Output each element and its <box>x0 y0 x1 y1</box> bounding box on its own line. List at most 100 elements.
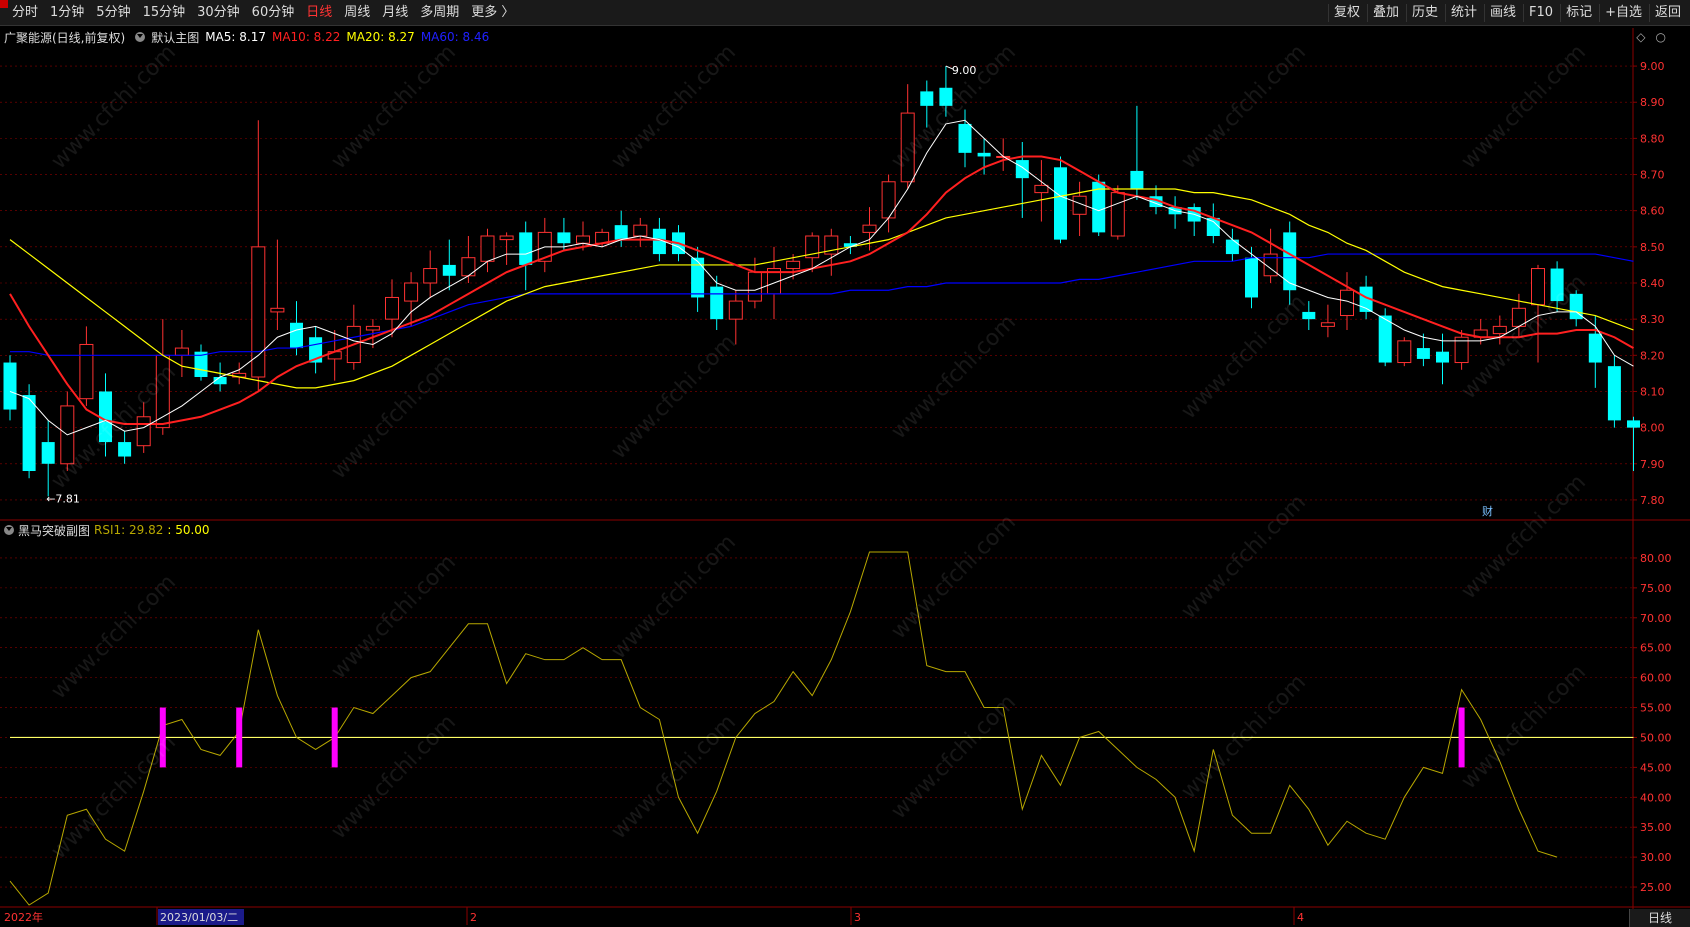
tool-button-5[interactable]: F10 <box>1523 4 1558 22</box>
ma20-value: MA20: 8.27 <box>346 30 415 44</box>
candle-body <box>22 395 36 471</box>
candle <box>862 207 877 251</box>
candle <box>213 362 227 392</box>
tool-button-0[interactable]: 复权 <box>1327 4 1365 22</box>
candle <box>672 225 685 262</box>
candle <box>920 80 934 128</box>
ma20-line <box>9 188 1634 389</box>
candle <box>499 232 514 265</box>
ma10-line <box>9 155 1634 425</box>
candle <box>1492 315 1507 345</box>
candle-body <box>118 442 132 457</box>
candle-body <box>232 372 247 378</box>
watermark-text: www.cfchi.com <box>887 510 1021 644</box>
candle-body <box>270 307 285 313</box>
tool-button-8[interactable]: 返回 <box>1648 4 1686 22</box>
candle-body <box>1054 167 1067 240</box>
candle-body <box>728 300 743 320</box>
time-axis-label: 4 <box>1297 911 1304 924</box>
period-tab-2[interactable]: 5分钟 <box>90 4 136 22</box>
candle <box>652 217 666 262</box>
indicator-name[interactable]: 黑马突破副图 <box>18 522 90 539</box>
period-tab-7[interactable]: 周线 <box>338 4 376 22</box>
stock-chart[interactable]: 9.00 8.90 8.80 8.70 8.60 8.50 8.40 8.30 8.20 8.10… <box>0 0 1690 927</box>
candle <box>290 301 303 356</box>
tool-button-2[interactable]: 历史 <box>1405 4 1443 22</box>
breakout-signal-bar <box>1458 707 1465 768</box>
candle-body <box>939 87 953 106</box>
date-cursor-highlight <box>158 909 244 925</box>
candle <box>767 246 781 320</box>
period-tab-6[interactable]: 日线 <box>300 4 338 22</box>
price-tick-label: 9.00 <box>1640 60 1665 73</box>
candle-body <box>881 181 896 219</box>
tool-button-4[interactable]: 画线 <box>1484 4 1521 22</box>
candle-body <box>1397 340 1412 364</box>
candle-body <box>346 325 361 364</box>
candle-body <box>99 391 112 443</box>
tool-button-1[interactable]: 叠加 <box>1366 4 1404 22</box>
tool-button-7[interactable]: +自选 <box>1599 4 1647 22</box>
indicator-dropdown-icon[interactable] <box>4 525 14 535</box>
candle-body <box>1263 253 1278 277</box>
candle <box>747 257 762 309</box>
candle-body <box>977 152 991 157</box>
period-tab-4[interactable]: 30分钟 <box>191 4 246 22</box>
watermark-text: www.cfchi.com <box>1177 670 1311 804</box>
candle-body <box>1168 207 1182 215</box>
rsi-tick-label: 55.00 <box>1640 702 1672 715</box>
tool-button-3[interactable]: 统计 <box>1445 4 1482 22</box>
period-tab-10[interactable]: 更多 〉 <box>465 4 520 22</box>
rsi-value: RSI1: 29.82 <box>94 523 164 537</box>
rsi-reference: : 50.00 <box>167 523 210 537</box>
price-tick-label: 7.90 <box>1640 458 1665 471</box>
candle-body <box>1302 311 1316 320</box>
candle-body <box>920 91 934 106</box>
rsi-tick-label: 30.00 <box>1640 851 1672 864</box>
diamond-icon[interactable]: ◇ <box>1636 30 1645 44</box>
rsi-tick-label: 75.00 <box>1640 582 1672 595</box>
time-axis-label: 2022年 <box>4 910 43 924</box>
candle-body <box>1569 293 1583 320</box>
template-dropdown-icon[interactable] <box>135 32 146 42</box>
ma60-value: MA60: 8.46 <box>420 30 490 44</box>
candle-body <box>805 235 820 259</box>
candle-body <box>1187 207 1201 222</box>
candle <box>576 221 590 251</box>
candle <box>1072 181 1087 236</box>
candle-body <box>251 246 266 378</box>
ma10-value: MA10: 8.22 <box>271 30 341 44</box>
candle <box>346 304 361 370</box>
candle <box>728 290 743 345</box>
candle-body <box>595 231 610 244</box>
watermark-text: www.cfchi.com <box>47 40 181 174</box>
candle <box>99 373 112 457</box>
candle <box>480 228 495 273</box>
period-tab-9[interactable]: 多周期 <box>414 4 465 22</box>
candle <box>1511 293 1526 338</box>
candle <box>939 66 953 117</box>
candle <box>843 236 857 255</box>
watermark-text: www.cfchi.com <box>327 550 461 684</box>
candle <box>900 84 915 189</box>
candle <box>805 232 820 273</box>
breakout-signal-bar <box>331 707 338 768</box>
candle <box>1531 264 1545 363</box>
tool-button-6[interactable]: 标记 <box>1560 4 1597 22</box>
period-tab-0[interactable]: 分时 <box>6 4 44 22</box>
period-tab-8[interactable]: 月线 <box>376 4 414 22</box>
template-name[interactable]: 默认主图 <box>151 29 199 46</box>
period-indicator[interactable]: 日线 <box>1629 909 1690 927</box>
circle-icon[interactable]: ○ <box>1656 30 1666 44</box>
period-tab-1[interactable]: 1分钟 <box>44 4 90 22</box>
period-tab-5[interactable]: 60分钟 <box>246 4 301 22</box>
candle-body <box>557 232 571 244</box>
period-tab-3[interactable]: 15分钟 <box>137 4 192 22</box>
candle-body <box>60 405 75 465</box>
watermark-text: www.cfchi.com <box>47 570 181 704</box>
price-tick-label: 8.20 <box>1640 349 1665 362</box>
stock-title[interactable]: 广聚能源(日线,前复权) <box>4 29 125 46</box>
candle <box>155 319 170 435</box>
candle-body <box>843 243 857 247</box>
price-tick-label: 8.50 <box>1640 241 1665 254</box>
